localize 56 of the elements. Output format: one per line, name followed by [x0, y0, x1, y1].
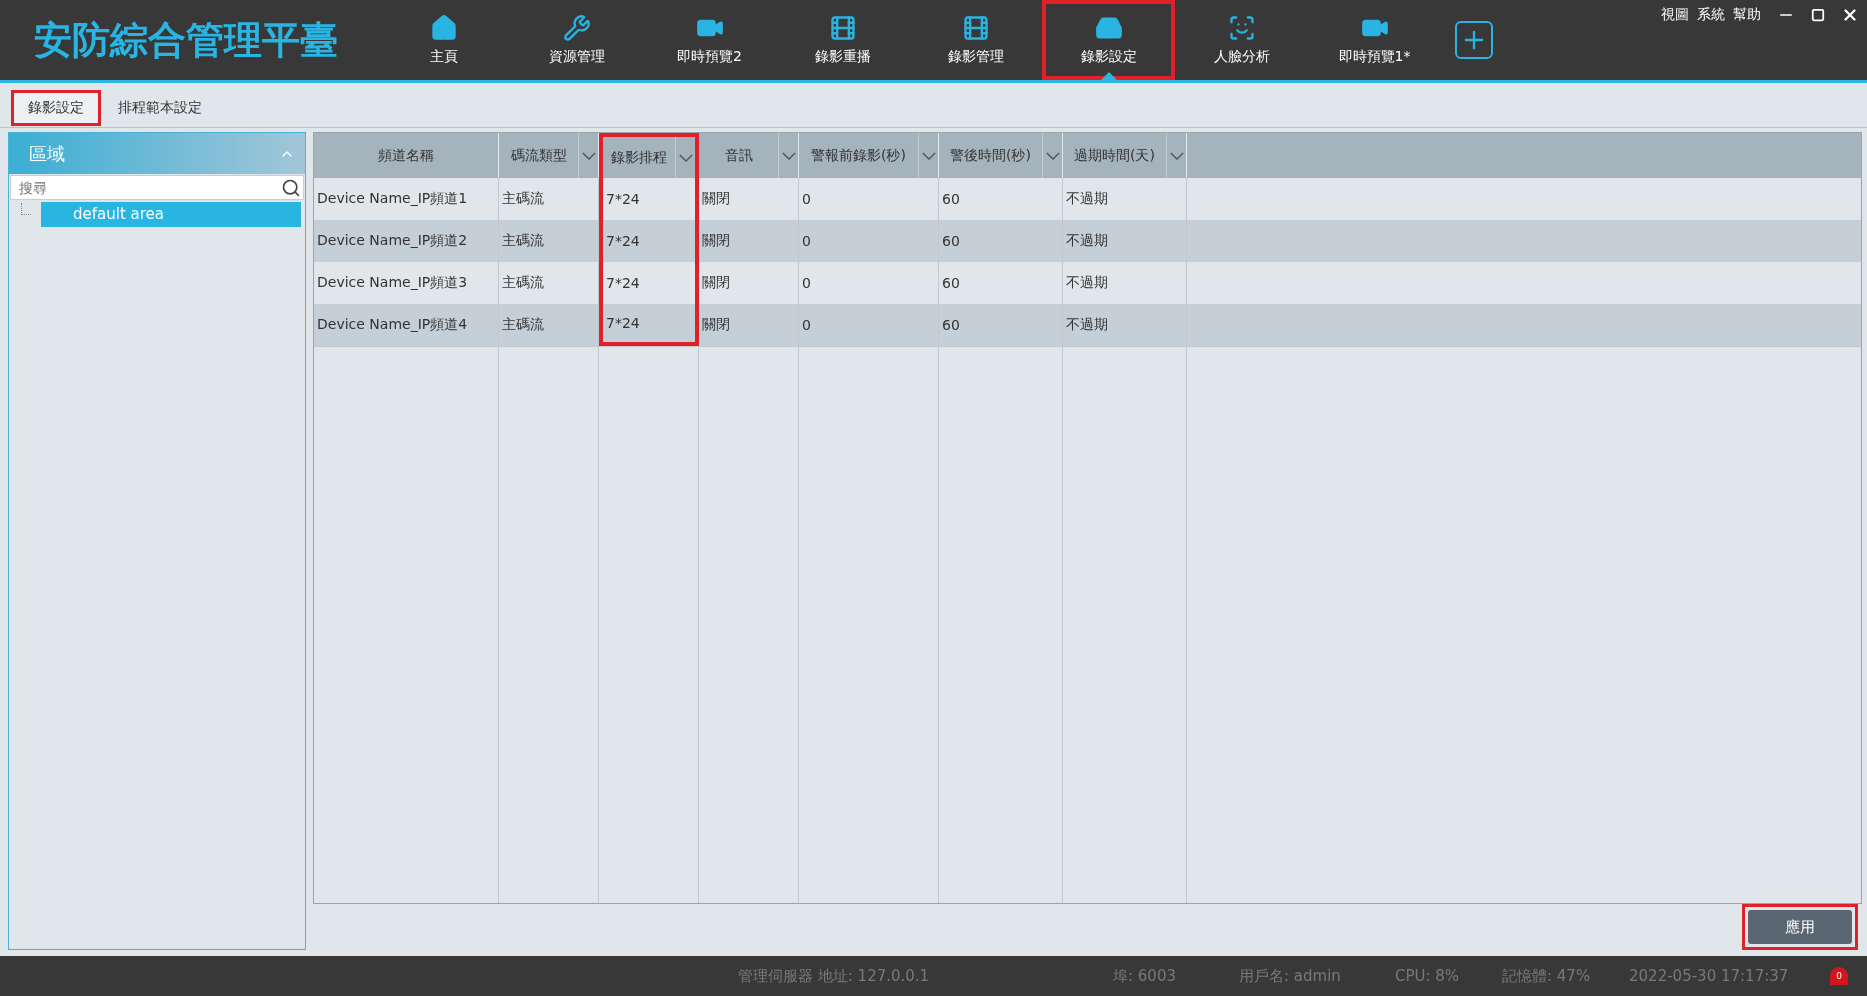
- menu-item[interactable]: 視圖: [1661, 6, 1689, 24]
- add-tab-button[interactable]: [1455, 21, 1493, 59]
- menu-item[interactable]: 幫助: [1733, 6, 1761, 24]
- chevron-down-icon: [1169, 151, 1184, 160]
- chevron-down-icon: [678, 153, 693, 162]
- selection-pointer: [1100, 72, 1117, 80]
- table-cell: 7*24: [599, 304, 699, 346]
- sub-tab[interactable]: 錄影設定: [14, 93, 98, 123]
- port-text: 埠: 6003: [1113, 966, 1177, 986]
- column-header[interactable]: 音訊: [699, 133, 778, 178]
- column-header[interactable]: 碼流類型: [499, 133, 578, 178]
- column-header[interactable]: 警報前錄影(秒): [799, 133, 918, 178]
- search-field[interactable]: 搜尋: [17, 178, 281, 197]
- nav-tab[interactable]: 人臉分析: [1175, 0, 1308, 80]
- chevron-down-icon: [781, 151, 796, 160]
- table-row[interactable]: Device Name_IP頻道2 主碼流 7*24 關閉 0 60 不過期: [314, 220, 1861, 262]
- nav-tab[interactable]: 即時預覽2: [643, 0, 776, 80]
- table-cell: 60: [939, 304, 1063, 346]
- table-cell: 0: [799, 304, 939, 346]
- nav-tab[interactable]: 即時預覽1*: [1308, 0, 1441, 80]
- column-header[interactable]: 頻道名稱: [314, 133, 498, 178]
- username-text: 用戶名: admin: [1239, 966, 1342, 986]
- server-address: 管理伺服器 地址: 127.0.0.1: [738, 966, 931, 986]
- table-cell: 不過期: [1063, 304, 1187, 346]
- alarm-badge[interactable]: 0: [1828, 967, 1850, 985]
- maximize-icon[interactable]: [1811, 8, 1825, 22]
- table-row[interactable]: Device Name_IP頻道4 主碼流 7*24 關閉 0 60 不過期: [314, 304, 1861, 346]
- film-reel-icon: [961, 14, 990, 42]
- column-header[interactable]: 警後時間(秒): [939, 133, 1042, 178]
- table-cell: Device Name_IP頻道4: [314, 304, 499, 346]
- nav-tab[interactable]: 錄影管理: [909, 0, 1042, 80]
- nav-tab[interactable]: 錄影設定: [1042, 0, 1175, 80]
- close-icon[interactable]: [1841, 6, 1859, 24]
- panel-title: 區域: [29, 141, 65, 166]
- nav-tab[interactable]: 主頁: [377, 0, 510, 80]
- face-frame-icon: [1227, 14, 1256, 42]
- home-icon: [429, 14, 458, 42]
- table-cell: 主碼流: [499, 304, 599, 346]
- film-reel-icon: [828, 14, 857, 42]
- chevron-down-icon: [1045, 151, 1060, 160]
- column-header[interactable]: 過期時間(天): [1063, 133, 1166, 178]
- sub-tab[interactable]: 排程範本設定: [104, 93, 216, 123]
- nav-tab[interactable]: 錄影重播: [776, 0, 909, 80]
- tools-icon: [562, 14, 591, 42]
- chevron-down-icon: [581, 151, 596, 160]
- table-cell: 關閉: [699, 304, 799, 346]
- datetime-text: 2022-05-30 17:17:37: [1629, 967, 1790, 985]
- menu-item[interactable]: 系統: [1697, 6, 1725, 24]
- memory-text: 記憶體: 47%: [1502, 966, 1592, 986]
- chevron-down-icon: [921, 151, 936, 160]
- apply-button[interactable]: 應用: [1748, 910, 1852, 944]
- search-icon[interactable]: [281, 177, 301, 198]
- app-title: 安防綜合管理平臺: [33, 16, 339, 64]
- nav-tab[interactable]: 資源管理: [510, 0, 643, 80]
- cpu-text: CPU: 8%: [1395, 967, 1461, 985]
- search-box[interactable]: 搜尋: [10, 175, 304, 200]
